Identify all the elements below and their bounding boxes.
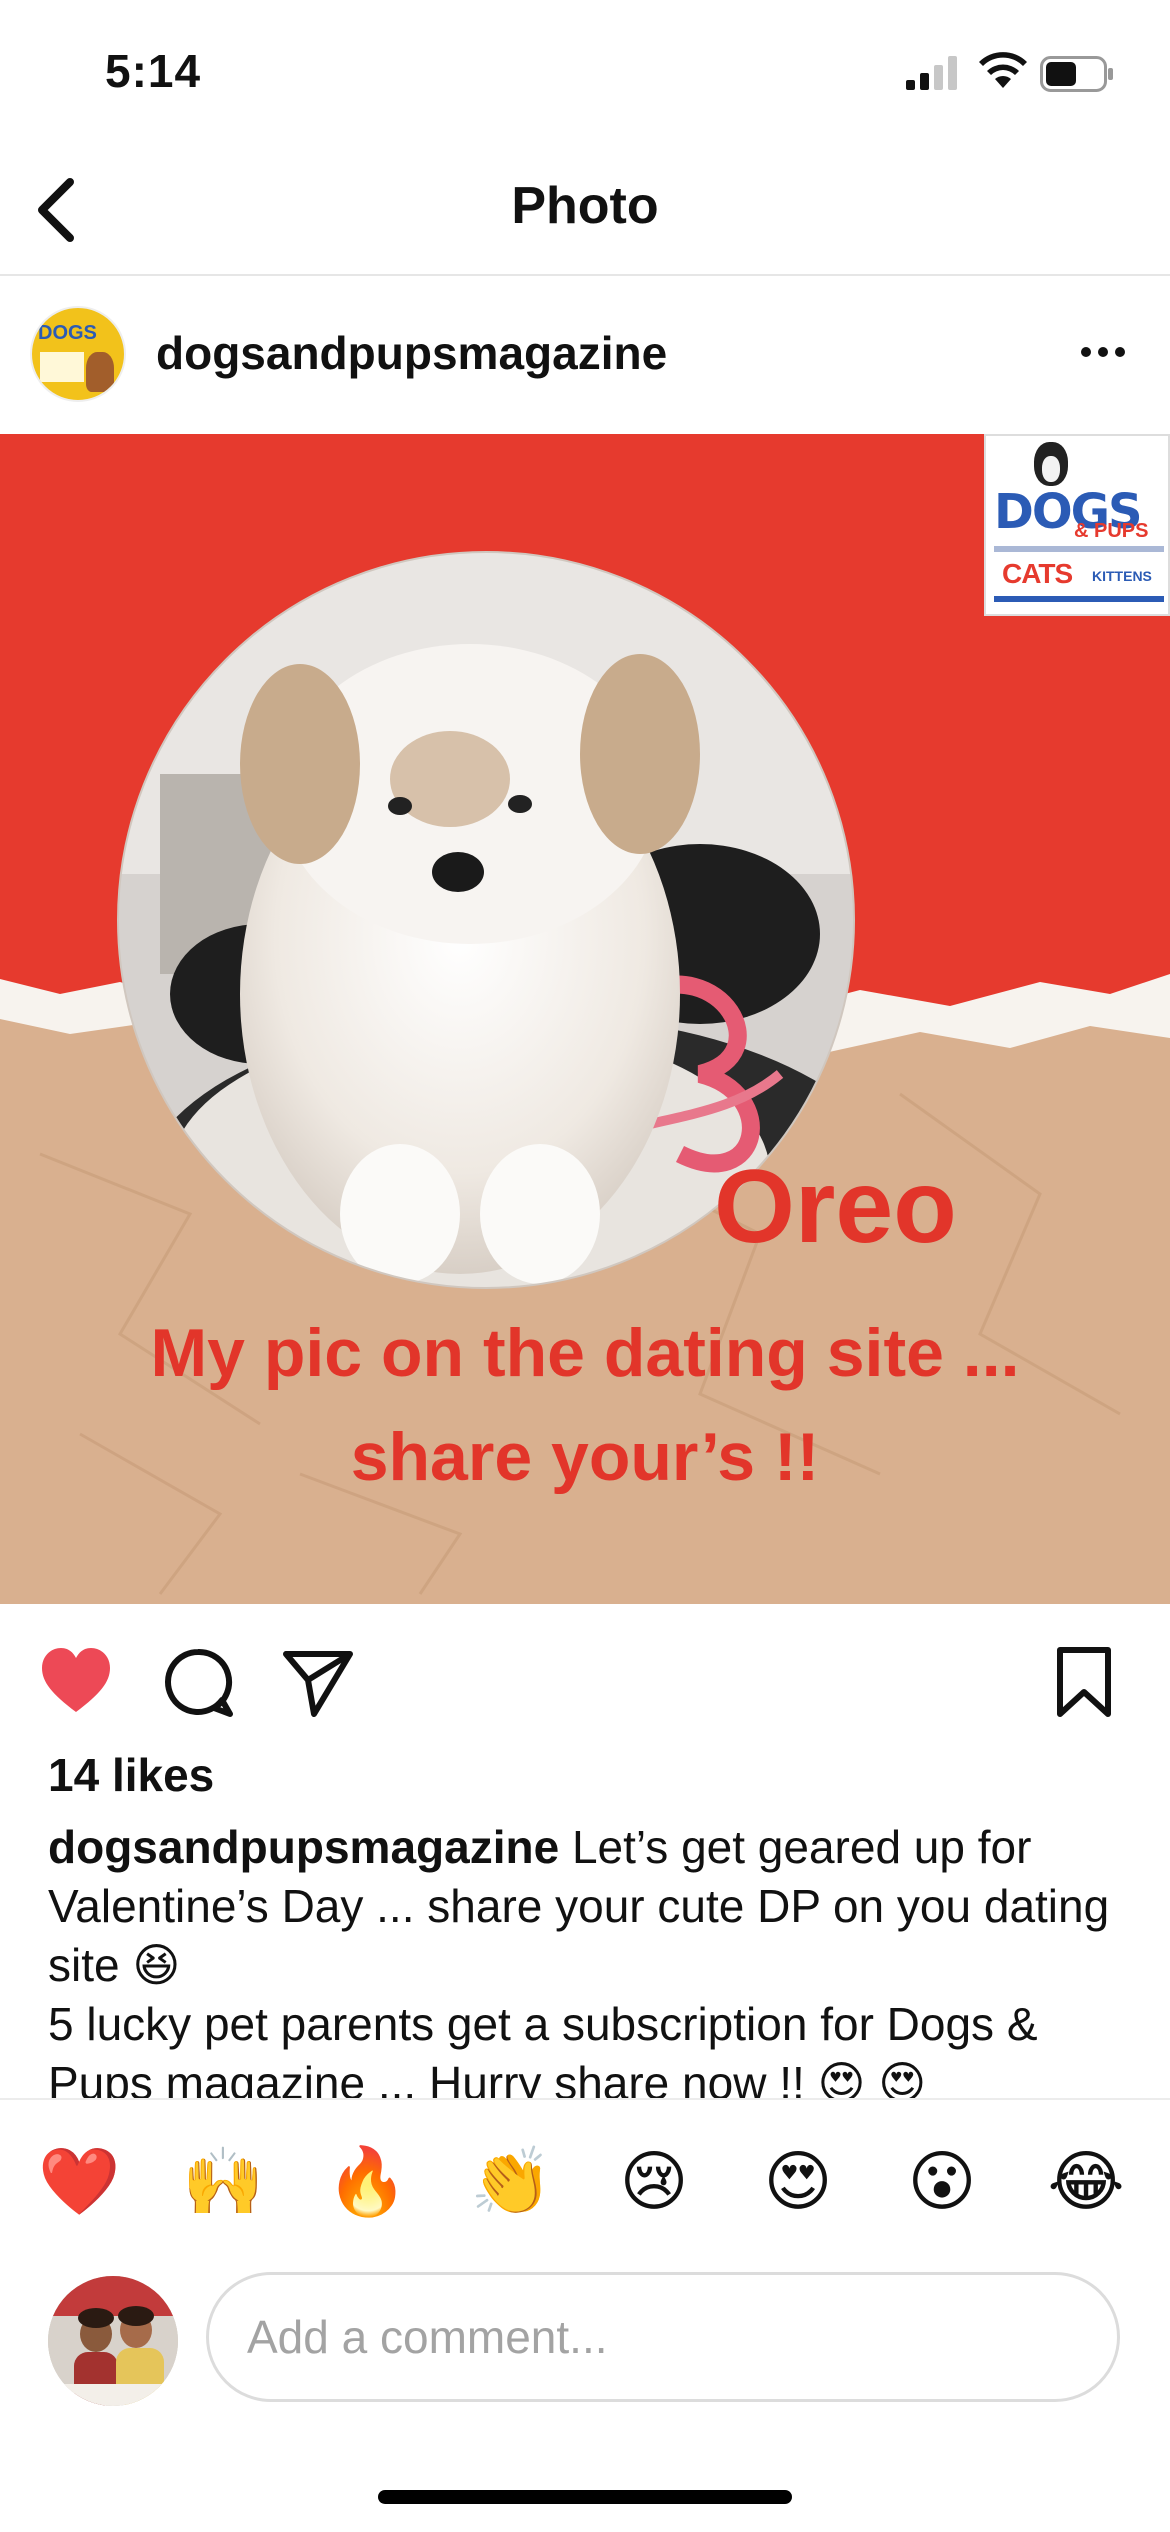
likes-count[interactable]: 14 likes bbox=[48, 1748, 214, 1802]
save-bookmark-icon[interactable] bbox=[1046, 1644, 1122, 1720]
nav-bar: Photo bbox=[0, 150, 1170, 276]
comment-icon[interactable] bbox=[160, 1644, 236, 1720]
add-comment-input[interactable] bbox=[206, 2272, 1120, 2402]
reaction-fire-icon[interactable]: 🔥 bbox=[326, 2142, 408, 2222]
page-title: Photo bbox=[511, 177, 659, 235]
pet-name-text: Oreo bbox=[714, 1149, 957, 1265]
author-avatar[interactable]: DOGS bbox=[30, 306, 126, 402]
wifi-icon bbox=[979, 52, 1027, 88]
post-image[interactable]: DOGS & PUPS CATS KITTENS Oreo My pic on … bbox=[0, 434, 1170, 1604]
post-author-username[interactable]: dogsandpupsmagazine bbox=[156, 326, 667, 380]
badge-divider bbox=[994, 546, 1164, 552]
battery-icon bbox=[1040, 56, 1113, 92]
share-paper-plane-icon[interactable] bbox=[280, 1644, 356, 1720]
badge-dog-face-graphic bbox=[1042, 456, 1060, 482]
quick-reactions-bar: ❤️ 🙌 🔥 👏 😢 😍 😮 😂 bbox=[0, 2098, 1170, 2264]
status-time: 5:14 bbox=[105, 45, 202, 97]
avatar-logo-block bbox=[40, 352, 84, 382]
reaction-clapping-icon[interactable]: 👏 bbox=[470, 2142, 552, 2222]
badge-kittens-title: KITTENS bbox=[1092, 568, 1152, 584]
reaction-surprised-face-icon[interactable]: 😮 bbox=[902, 2142, 982, 2222]
avatar-logo-text: DOGS bbox=[38, 322, 97, 344]
current-user-avatar[interactable] bbox=[48, 2276, 178, 2406]
reaction-heart-eyes-icon[interactable]: 😍 bbox=[758, 2142, 838, 2222]
reaction-laughing-face-icon[interactable]: 😂 bbox=[1046, 2142, 1126, 2222]
graphic-headline-line2: share your’s !! bbox=[350, 1419, 820, 1495]
more-options-icon[interactable] bbox=[1078, 332, 1128, 372]
comment-composer bbox=[0, 2262, 1170, 2412]
like-heart-icon[interactable] bbox=[38, 1644, 114, 1720]
badge-bottom-rule bbox=[994, 596, 1164, 602]
current-user-avatar-photo bbox=[48, 2276, 178, 2406]
home-indicator[interactable] bbox=[378, 2490, 792, 2504]
magazine-badge: DOGS & PUPS CATS KITTENS bbox=[984, 434, 1170, 616]
caption-paragraph-1: dogsandpupsmagazine Let’s get geared up … bbox=[48, 1818, 1128, 1995]
reaction-heart-icon[interactable]: ❤️ bbox=[38, 2142, 120, 2222]
post-header: DOGS dogsandpupsmagazine bbox=[0, 276, 1170, 434]
graphic-headline-line1: My pic on the dating site ... bbox=[150, 1315, 1020, 1391]
post-caption: dogsandpupsmagazine Let’s get geared up … bbox=[48, 1818, 1128, 2098]
badge-brand-subtitle: & PUPS bbox=[1074, 520, 1149, 542]
post-action-bar bbox=[0, 1604, 1170, 1744]
cellular-signal-icon bbox=[906, 56, 957, 90]
reaction-crying-face-icon[interactable]: 😢 bbox=[614, 2142, 694, 2222]
badge-cats-title: CATS bbox=[1002, 558, 1073, 589]
status-bar: 5:14 bbox=[0, 0, 1170, 150]
reaction-raised-hands-icon[interactable]: 🙌 bbox=[182, 2142, 264, 2222]
caption-text-2: 5 lucky pet parents get a subscription f… bbox=[48, 1998, 1038, 2098]
caption-username[interactable]: dogsandpupsmagazine bbox=[48, 1821, 559, 1873]
avatar-dog-graphic bbox=[86, 352, 114, 392]
